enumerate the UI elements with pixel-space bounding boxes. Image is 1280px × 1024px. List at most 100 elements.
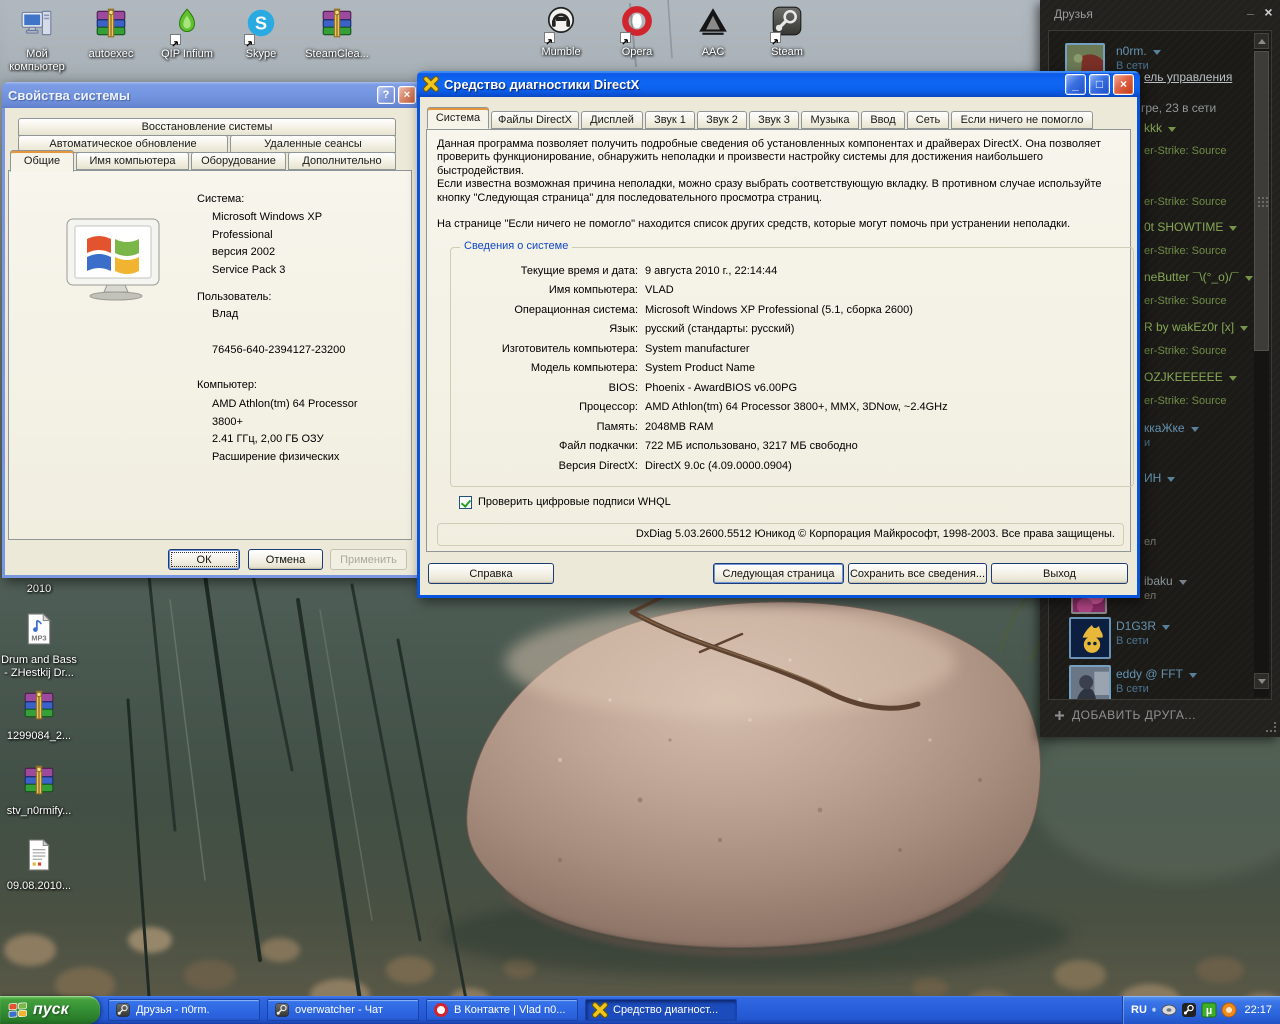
desktop-icon-steam[interactable]: Steam (748, 4, 826, 59)
avatar[interactable] (1069, 665, 1111, 699)
hide-icons-chevron[interactable] (1151, 1002, 1158, 1018)
desktop-icon-log-file[interactable]: 09.08.2010... (0, 838, 78, 893)
save-all-info-button[interactable]: Сохранить все сведения... (848, 563, 987, 584)
desktop-icon-my-computer[interactable]: Мой компьютер (0, 6, 76, 74)
friends-close-button[interactable]: × (1261, 5, 1276, 21)
shortcut-arrow-icon (620, 32, 631, 45)
utorrent-tray-icon[interactable]: µ (1201, 1002, 1217, 1018)
ok-button[interactable]: ОК (168, 549, 240, 570)
desktop-icon-opera[interactable]: Opera (598, 4, 676, 59)
system-properties-titlebar[interactable]: Свойства системы ? × (2, 82, 422, 108)
dxdiag-titlebar[interactable]: Средство диагностики DirectX _ □ × (417, 71, 1140, 97)
taskbar-task-friends[interactable]: Друзья - n0rm. (108, 999, 260, 1021)
chevron-down-icon (1188, 673, 1197, 678)
desktop-icon-autoexec[interactable]: autoexec (72, 6, 150, 61)
friend-name[interactable]: ibaku (1144, 574, 1187, 588)
desktop-icon-steamclea[interactable]: SteamClea... (298, 6, 376, 61)
taskbar-task-chat[interactable]: overwatcher - Чат (267, 999, 419, 1021)
tab-sound2[interactable]: Звук 2 (697, 111, 747, 129)
tab-system-restore[interactable]: Восстановление системы (18, 118, 396, 136)
apply-button[interactable]: Применить (330, 549, 407, 570)
tab-sound3[interactable]: Звук 3 (749, 111, 799, 129)
mumble-tray-icon[interactable] (1161, 1002, 1177, 1018)
desktop-icon-1299084[interactable]: 1299084_2... (0, 688, 78, 743)
help-button[interactable]: ? (377, 86, 395, 104)
minimize-button[interactable]: _ (1065, 73, 1086, 95)
resize-grip[interactable] (1266, 722, 1276, 732)
exit-button[interactable]: Выход (991, 563, 1128, 584)
tab-system[interactable]: Система (427, 107, 489, 129)
friends-minimize-button[interactable]: _ (1243, 2, 1258, 18)
tab-advanced[interactable]: Дополнительно (288, 152, 396, 170)
desktop-icon-mumble[interactable]: Mumble (522, 4, 600, 59)
aac-icon (696, 8, 730, 42)
friend-name[interactable]: D1G3R (1116, 619, 1171, 633)
tab-general[interactable]: Общие (10, 150, 74, 172)
next-page-button[interactable]: Следующая страница (713, 563, 844, 584)
scroll-up-button[interactable] (1254, 33, 1269, 49)
desktop-icon-stv-n0rmify[interactable]: stv_n0rmify... (0, 763, 78, 818)
dxdiag-app-icon (423, 76, 439, 92)
shortcut-arrow-icon (770, 32, 781, 45)
friend-status: er-Strike: Source (1144, 345, 1227, 357)
scrollbar-thumb[interactable] (1254, 51, 1269, 351)
desktop-icon-label: Steam (771, 46, 803, 58)
start-button[interactable]: пуск (0, 996, 100, 1024)
tab-display[interactable]: Дисплей (581, 111, 643, 129)
intro-paragraph: Если известна возможная причина неполадк… (437, 178, 1102, 204)
tab-remote[interactable]: Удаленные сеансы (230, 135, 396, 153)
friend-name[interactable]: 0t SHOWTIME (1144, 220, 1238, 234)
window-title: Средство диагностики DirectX (444, 76, 640, 92)
desktop-icon-2010[interactable]: 2010 (0, 580, 78, 596)
whql-checkbox-row[interactable]: Проверить цифровые подписи WHQL (459, 496, 671, 510)
tab-input[interactable]: Ввод (861, 111, 905, 129)
taskbar-task-opera[interactable]: В Контакте | Vlad n0... (426, 999, 578, 1021)
tab-sound1[interactable]: Звук 1 (645, 111, 695, 129)
friend-status: er-Strike: Source (1144, 145, 1227, 157)
system-line: Service Pack 3 (212, 264, 286, 276)
scroll-down-button[interactable] (1254, 673, 1269, 689)
desktop-icon-aac[interactable]: AAC (674, 4, 752, 59)
friend-name[interactable]: eddy @ FFT (1116, 667, 1197, 681)
cancel-button[interactable]: Отмена (248, 549, 323, 570)
system-line: Professional (212, 229, 273, 241)
triangle-up-icon (1257, 38, 1266, 44)
language-indicator[interactable]: RU (1131, 1004, 1147, 1016)
maximize-button[interactable]: □ (1089, 73, 1110, 95)
friend-name[interactable]: ккаЖке (1144, 421, 1199, 435)
system-line: версия 2002 (212, 246, 276, 258)
friend-status: ел (1144, 536, 1157, 548)
steam-task-icon (115, 1002, 131, 1018)
tab-help[interactable]: Если ничего не помогло (951, 111, 1093, 129)
friend-name[interactable]: R by wakEz0r [x] (1144, 320, 1249, 334)
help-button[interactable]: Справка (428, 563, 554, 584)
friend-name[interactable]: neButter ¯\(°_o)/¯ (1144, 270, 1253, 284)
computer-line: 2.41 ГГц, 2,00 ГБ ОЗУ (212, 433, 324, 445)
control-panel-link[interactable]: ель управления (1144, 70, 1232, 84)
friends-scrollbar[interactable] (1254, 33, 1269, 697)
desktop-icon-skype[interactable]: S Skype (222, 6, 300, 61)
close-button[interactable]: × (1113, 73, 1134, 95)
add-friend-button[interactable]: ДОБАВИТЬ ДРУГА... (1054, 708, 1196, 722)
taskbar-task-dxdiag[interactable]: Средство диагност... (585, 999, 737, 1021)
tab-computer-name[interactable]: Имя компьютера (76, 152, 189, 170)
friend-name[interactable]: kkk (1144, 121, 1176, 135)
chevron-down-icon (1190, 427, 1199, 432)
friend-name[interactable]: ИН (1144, 471, 1176, 485)
steam-tray-icon[interactable] (1181, 1002, 1197, 1018)
qip-tray-icon[interactable] (1221, 1002, 1237, 1018)
desktop-icon-label: SteamClea... (305, 48, 369, 60)
desktop-icon-label: Мой компьютер (9, 48, 65, 73)
friend-name[interactable]: n0rm. (1116, 44, 1161, 58)
tab-directx-files[interactable]: Файлы DirectX (491, 111, 579, 129)
friend-name[interactable]: OZJKEEEEEE (1144, 370, 1237, 384)
desktop-icon-qip-infium[interactable]: QIP Infium (148, 6, 226, 61)
avatar[interactable] (1069, 617, 1111, 659)
desktop-icon-drum-and-bass[interactable]: MP3 Drum and Bass - ZHestkij Dr... (0, 612, 78, 680)
close-button[interactable]: × (398, 86, 416, 104)
tab-hardware[interactable]: Оборудование (191, 152, 286, 170)
checkbox-checked-icon[interactable] (459, 496, 472, 510)
tab-music[interactable]: Музыка (801, 111, 859, 129)
desktop-icon-label: 1299084_2... (6, 730, 72, 742)
tab-network[interactable]: Сеть (907, 111, 949, 129)
